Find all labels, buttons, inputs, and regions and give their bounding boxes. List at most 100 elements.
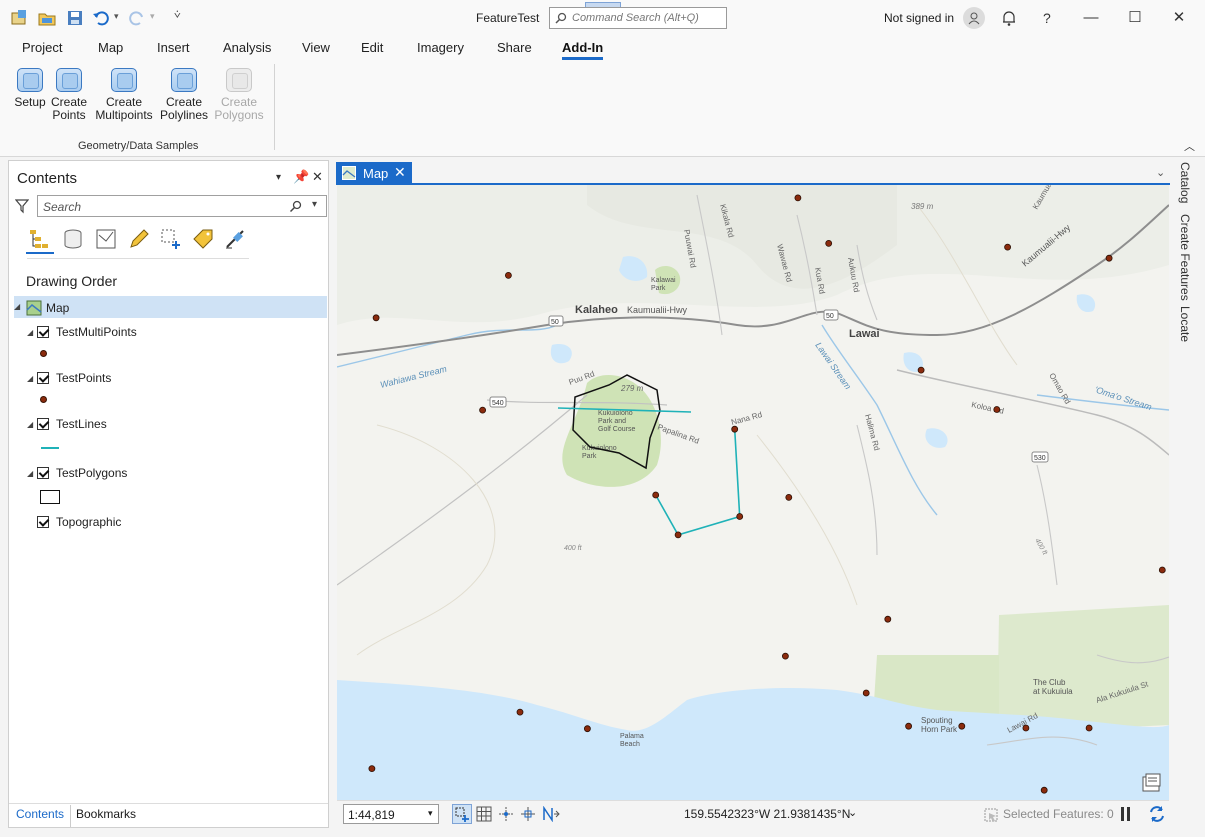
map-expander-icon[interactable]: ◢	[14, 302, 20, 311]
user-avatar-icon[interactable]	[963, 7, 985, 29]
test-point-feature[interactable]	[785, 493, 793, 501]
scale-dropdown[interactable]: 1:44,819 ▾	[343, 804, 439, 824]
tab-bookmarks[interactable]: Bookmarks	[76, 807, 136, 821]
search-options-icon[interactable]: ▾	[312, 199, 317, 210]
test-point-feature[interactable]	[583, 725, 591, 733]
point-symbol[interactable]	[40, 396, 47, 403]
tab-analysis[interactable]: Analysis	[223, 40, 271, 55]
sign-in-status[interactable]: Not signed in	[884, 11, 954, 25]
test-point-feature[interactable]	[504, 272, 512, 279]
command-search-input[interactable]: Command Search (Alt+Q)	[549, 7, 727, 29]
grid-icon[interactable]	[476, 806, 492, 822]
polyline-vertex-point[interactable]	[674, 531, 682, 539]
test-point-feature[interactable]	[516, 708, 524, 716]
tab-edit[interactable]: Edit	[361, 40, 383, 55]
list-by-labeling-icon[interactable]	[191, 227, 215, 251]
line-symbol[interactable]	[41, 447, 59, 449]
undo-icon[interactable]	[92, 9, 110, 27]
list-by-perspective-imagery-icon[interactable]	[223, 227, 247, 251]
filter-icon[interactable]	[15, 198, 29, 214]
tab-share[interactable]: Share	[497, 40, 532, 55]
layer-visibility-checkbox[interactable]	[37, 418, 49, 430]
layer-visibility-checkbox[interactable]	[37, 326, 49, 338]
list-by-data-source-icon[interactable]	[61, 227, 85, 251]
list-by-editing-icon[interactable]	[127, 227, 151, 251]
pause-icon[interactable]	[1121, 807, 1124, 821]
list-by-snapping-icon[interactable]	[159, 227, 183, 251]
layer-expander-icon[interactable]: ◢	[27, 328, 33, 337]
tab-add-in[interactable]: Add-In	[562, 40, 604, 60]
customize-quick-access-icon[interactable]: ⩒	[174, 9, 181, 22]
layer-name[interactable]: Topographic	[56, 515, 121, 529]
close-tab-icon[interactable]: ✕	[394, 164, 406, 181]
test-point-feature[interactable]	[794, 194, 802, 202]
minimize-button[interactable]: —	[1078, 6, 1104, 30]
dock-tab-create-features[interactable]: Create Features	[1178, 214, 1192, 301]
help-icon[interactable]: ?	[1043, 10, 1051, 26]
test-point-feature[interactable]	[781, 652, 789, 660]
test-point-feature[interactable]	[1085, 724, 1093, 732]
contents-search-input[interactable]: Search ▾	[37, 195, 327, 217]
dock-tab-catalog[interactable]: Catalog	[1178, 162, 1192, 203]
layer-name[interactable]: TestLines	[56, 417, 107, 431]
dock-tab-locate[interactable]: Locate	[1178, 306, 1192, 342]
list-by-drawing-order-icon[interactable]	[27, 227, 51, 251]
test-point-feature[interactable]	[905, 722, 912, 730]
create-multipoints-button[interactable]: Create Multipoints	[92, 66, 156, 122]
save-project-icon[interactable]	[66, 9, 84, 27]
polyline-vertex-point[interactable]	[736, 513, 744, 520]
layer-name[interactable]: TestPolygons	[56, 466, 127, 480]
test-point-feature[interactable]	[993, 406, 1001, 413]
test-point-feature[interactable]	[1022, 724, 1030, 732]
test-point-feature[interactable]	[368, 765, 376, 772]
test-point-feature[interactable]	[862, 689, 870, 697]
test-point-feature[interactable]	[825, 240, 833, 247]
tab-project[interactable]: Project	[22, 40, 62, 55]
polygon-symbol[interactable]	[40, 490, 60, 504]
open-project-icon[interactable]	[38, 9, 56, 27]
test-point-feature[interactable]	[1004, 243, 1011, 251]
close-window-button[interactable]: ✕	[1166, 6, 1192, 30]
polyline-vertex-point[interactable]	[652, 491, 660, 499]
layer-expander-icon[interactable]: ◢	[27, 374, 33, 383]
layer-name[interactable]: TestPoints	[56, 371, 111, 385]
layer-visibility-checkbox[interactable]	[37, 372, 49, 384]
collapse-ribbon-icon[interactable]: ︿	[1184, 138, 1195, 154]
tab-view[interactable]: View	[302, 40, 330, 55]
coordinate-format-chevron-icon[interactable]: ⌄	[848, 806, 857, 819]
pane-options-icon[interactable]: ▾	[276, 172, 281, 183]
view-options-icon[interactable]: ⌄	[1156, 166, 1165, 179]
undo-dropdown-icon[interactable]: ▾	[114, 11, 119, 22]
notifications-bell-icon[interactable]	[1001, 9, 1017, 27]
tab-map[interactable]: Map	[98, 40, 123, 55]
layer-visibility-checkbox[interactable]	[37, 516, 49, 528]
test-point-feature[interactable]	[1158, 566, 1166, 574]
test-point-feature[interactable]	[884, 615, 892, 623]
tab-contents[interactable]: Contents	[16, 807, 64, 821]
map-canvas[interactable]: 50 50 540 530 Kalaheo Kaumualii-Hwy Kaum…	[337, 185, 1169, 800]
test-point-feature[interactable]	[1040, 786, 1048, 794]
create-polylines-button[interactable]: Create Polylines	[160, 66, 208, 122]
tab-map-view[interactable]: Map ✕	[336, 162, 412, 184]
polyline-vertex-point[interactable]	[731, 425, 739, 433]
create-points-button[interactable]: Create Points	[50, 66, 88, 122]
snapping-toggle[interactable]	[452, 804, 472, 824]
correction-icon[interactable]	[542, 806, 560, 822]
selected-features-icon[interactable]	[983, 807, 999, 823]
close-pane-icon[interactable]: ✕	[312, 169, 323, 185]
layer-visibility-checkbox[interactable]	[37, 467, 49, 479]
constraints-icon[interactable]	[498, 806, 514, 822]
test-point-feature[interactable]	[372, 314, 380, 322]
setup-button[interactable]: Setup	[14, 66, 46, 109]
snap-point-icon[interactable]	[520, 806, 536, 822]
layer-expander-icon[interactable]: ◢	[27, 420, 33, 429]
tab-imagery[interactable]: Imagery	[417, 40, 464, 55]
layer-name[interactable]: TestMultiPoints	[56, 325, 137, 339]
layer-expander-icon[interactable]: ◢	[27, 469, 33, 478]
test-point-feature[interactable]	[479, 406, 487, 414]
new-project-icon[interactable]	[10, 9, 28, 27]
test-point-feature[interactable]	[1105, 254, 1113, 262]
point-symbol[interactable]	[40, 350, 47, 357]
list-by-selection-icon[interactable]	[94, 227, 118, 251]
maximize-button[interactable]: ☐	[1122, 6, 1148, 30]
